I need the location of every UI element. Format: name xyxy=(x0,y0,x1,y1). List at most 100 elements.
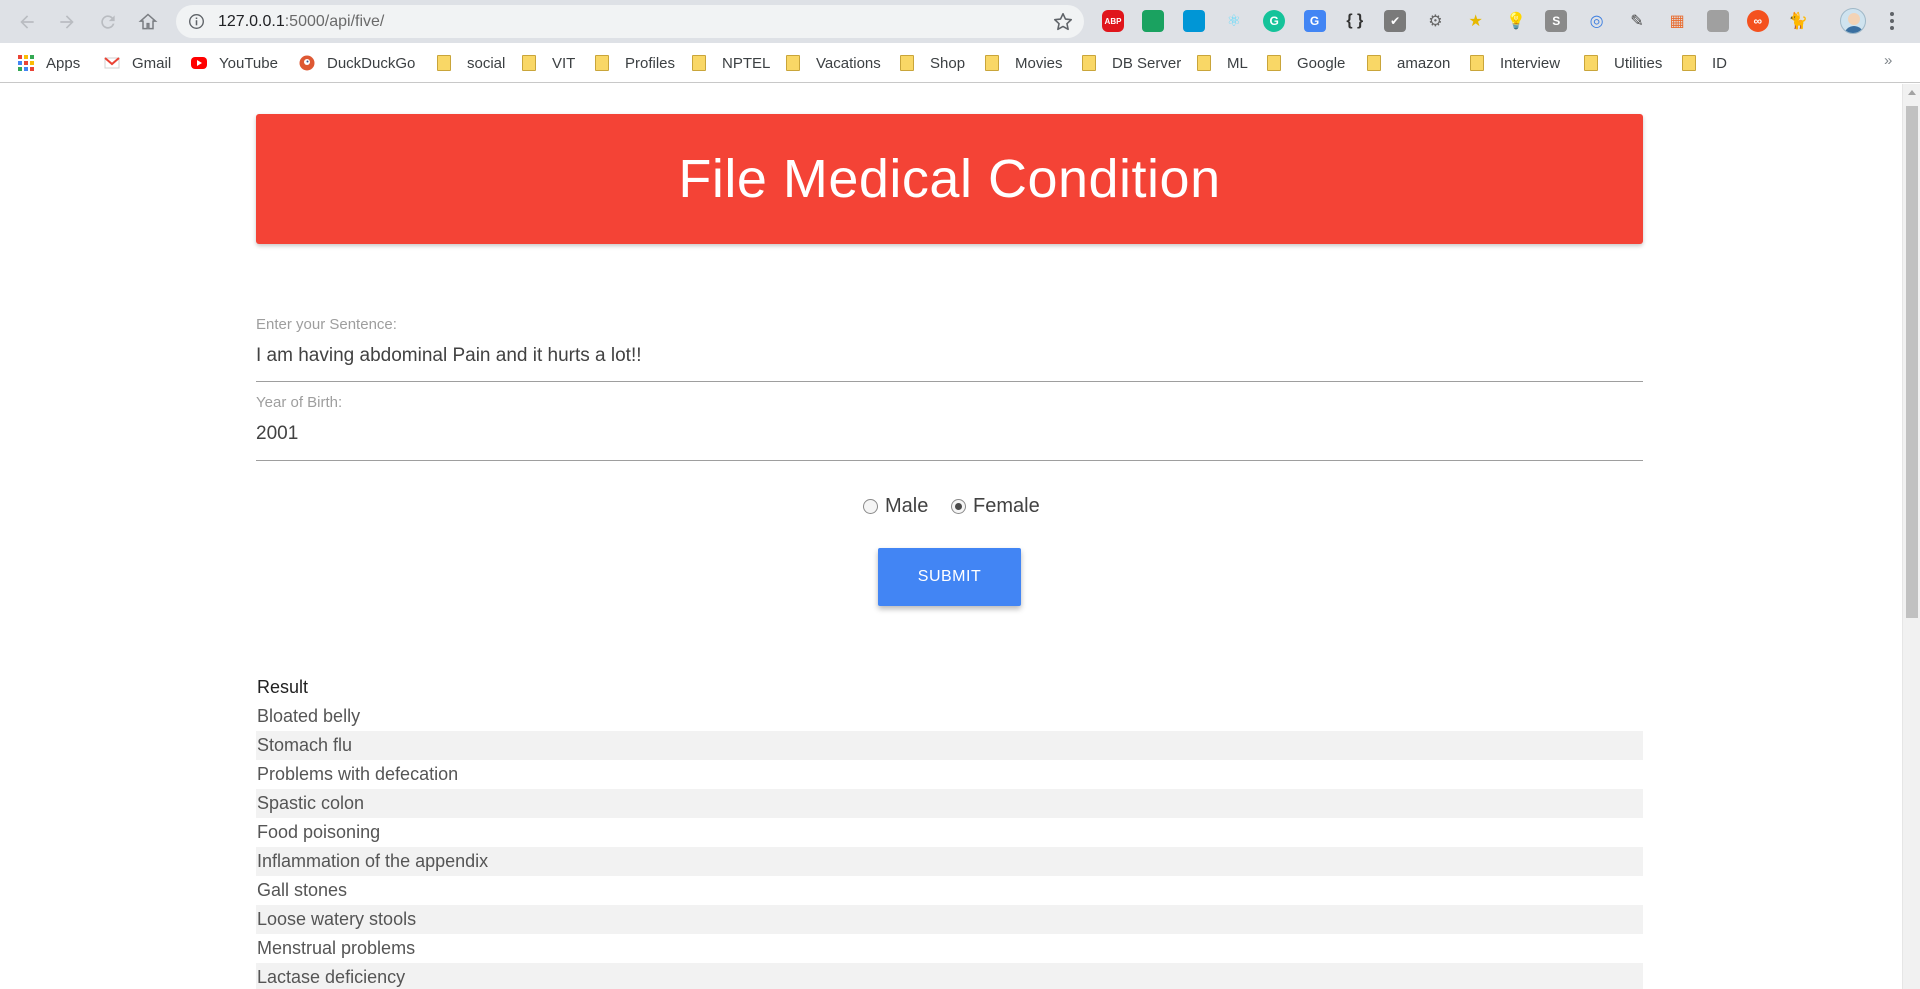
results-list: Result Bloated belly Stomach flu Problems … xyxy=(256,673,1643,989)
folder-icon xyxy=(786,55,800,71)
gmail-icon xyxy=(104,57,120,69)
bookmark-ml[interactable]: ML xyxy=(1197,53,1248,73)
bookmark-label: social xyxy=(467,54,506,72)
folder-icon xyxy=(1682,55,1696,71)
year-of-birth-input[interactable]: 2001 xyxy=(256,423,1643,445)
chart-extension-icon[interactable]: ▦ xyxy=(1666,10,1688,32)
back-button[interactable] xyxy=(13,8,41,36)
url-path: :5000/api/five/ xyxy=(284,13,385,30)
bookmark-label: Google xyxy=(1297,54,1346,72)
bookmark-label: Gmail xyxy=(132,54,172,72)
address-bar[interactable]: 127.0.0.1:5000/api/five/ xyxy=(176,5,1084,38)
edge-swirl-icon[interactable]: ◎ xyxy=(1586,10,1608,32)
bookmark-label: Shop xyxy=(930,54,966,72)
profile-avatar[interactable] xyxy=(1840,8,1866,34)
bookmark-google[interactable]: Google xyxy=(1267,53,1345,73)
sentence-field[interactable]: Enter your Sentence: I am having abdomin… xyxy=(256,316,1643,382)
bookmark-star-icon[interactable] xyxy=(1052,11,1074,33)
star-extension-icon[interactable]: ★ xyxy=(1465,10,1487,32)
folder-icon xyxy=(1267,55,1281,71)
url-text[interactable]: 127.0.0.1:5000/api/five/ xyxy=(218,13,384,31)
bookmark-shop[interactable]: Shop xyxy=(900,53,965,73)
bookmark-label: Movies xyxy=(1015,54,1063,72)
sentence-input[interactable]: I am having abdominal Pain and it hurts … xyxy=(256,345,1643,367)
result-row: Bloated belly xyxy=(257,706,361,726)
lightbulb-icon[interactable]: 💡 xyxy=(1505,10,1527,32)
submit-button[interactable]: SUBMIT xyxy=(878,548,1021,606)
home-button[interactable] xyxy=(134,8,162,36)
bookmarks-overflow-icon[interactable]: » xyxy=(1884,52,1892,69)
bookmark-profiles[interactable]: Profiles xyxy=(595,53,675,73)
grey-box-icon[interactable] xyxy=(1706,10,1729,32)
bookmark-label: DB Server xyxy=(1112,54,1182,72)
page-scrollbar[interactable] xyxy=(1902,84,1920,989)
folder-icon xyxy=(985,55,999,71)
react-devtools-icon[interactable]: ⚛ xyxy=(1223,10,1245,32)
reload-button[interactable] xyxy=(94,8,122,36)
folder-icon xyxy=(595,55,609,71)
result-row: Food poisoning xyxy=(257,822,381,842)
bookmark-db-server[interactable]: DB Server xyxy=(1082,53,1181,73)
bookmark-youtube[interactable]: YouTube xyxy=(191,53,278,73)
browser-menu-icon[interactable] xyxy=(1888,10,1896,32)
home-icon xyxy=(138,13,158,30)
info-icon[interactable] xyxy=(188,13,205,30)
google-translate-icon[interactable]: G xyxy=(1303,10,1326,32)
folder-icon xyxy=(522,55,536,71)
green-extension-icon[interactable] xyxy=(1142,10,1165,32)
bookmark-amazon[interactable]: amazon xyxy=(1367,53,1450,73)
scrollbar-thumb[interactable] xyxy=(1906,106,1918,618)
s-extension-icon[interactable]: S xyxy=(1545,10,1568,32)
result-row: Lactase deficiency xyxy=(256,963,1643,989)
scroll-up-arrow-icon[interactable] xyxy=(1908,90,1916,95)
bookmark-label: DuckDuckGo xyxy=(327,54,416,72)
bookmark-nptel[interactable]: NPTEL xyxy=(692,53,770,73)
result-row: Gall stones xyxy=(257,880,348,900)
bookmark-movies[interactable]: Movies xyxy=(985,53,1063,73)
result-row: Spastic colon xyxy=(256,789,1643,818)
grammarly-icon[interactable]: G xyxy=(1263,10,1286,32)
gender-male-radio[interactable]: Male xyxy=(863,495,928,517)
forward-arrow-icon xyxy=(60,15,74,29)
infinity-extension-icon[interactable]: ∞ xyxy=(1746,10,1769,32)
bookmark-label: amazon xyxy=(1397,54,1451,72)
bookmark-vacations[interactable]: Vacations xyxy=(786,53,881,73)
folder-icon xyxy=(900,55,914,71)
bookmark-duckduckgo[interactable]: DuckDuckGo xyxy=(299,53,415,73)
bookmark-label: Apps xyxy=(46,54,81,72)
bookmark-label: Vacations xyxy=(816,54,881,72)
bookmark-gmail[interactable]: Gmail xyxy=(104,53,171,73)
wand-extension-icon[interactable]: ✎ xyxy=(1626,10,1648,32)
gear-extension-icon[interactable]: ⚙ xyxy=(1424,10,1446,32)
checkmark-extension-icon[interactable]: ✔ xyxy=(1384,10,1407,32)
bookmark-label: Interview xyxy=(1500,54,1561,72)
folder-icon xyxy=(437,55,451,71)
bookmark-interview[interactable]: Interview xyxy=(1470,53,1560,73)
adblock-plus-icon[interactable]: ABP xyxy=(1102,10,1124,32)
gender-female-radio[interactable]: Female xyxy=(951,495,1040,517)
bookmark-id[interactable]: ID xyxy=(1682,53,1727,73)
folder-icon xyxy=(1584,55,1598,71)
female-radio-label: Female xyxy=(973,494,1040,517)
folder-icon xyxy=(1367,55,1381,71)
json-formatter-icon[interactable]: { } xyxy=(1344,10,1366,32)
bookmark-social[interactable]: social xyxy=(437,53,505,73)
blue-window-icon[interactable] xyxy=(1182,10,1205,32)
year-of-birth-field[interactable]: Year of Birth: 2001 xyxy=(256,394,1643,461)
url-host: 127.0.0.1 xyxy=(218,13,285,30)
bookmark-utilities[interactable]: Utilities xyxy=(1584,53,1662,73)
page-title: File Medical Condition xyxy=(678,149,1221,209)
result-row: Loose watery stools xyxy=(256,905,1643,934)
result-row: Stomach flu xyxy=(256,731,1643,760)
forward-button[interactable] xyxy=(53,8,81,36)
youtube-icon xyxy=(191,57,207,69)
bookmark-label: Profiles xyxy=(625,54,676,72)
female-radio-button[interactable] xyxy=(951,498,966,514)
back-arrow-icon xyxy=(20,15,34,29)
bookmark-vit[interactable]: VIT xyxy=(522,53,575,73)
duckduckgo-icon xyxy=(299,55,315,71)
github-cat-icon[interactable]: 🐈 xyxy=(1787,10,1809,32)
male-radio-button[interactable] xyxy=(863,498,878,514)
bookmark-apps[interactable]: Apps xyxy=(18,53,80,73)
reload-icon xyxy=(101,15,115,29)
